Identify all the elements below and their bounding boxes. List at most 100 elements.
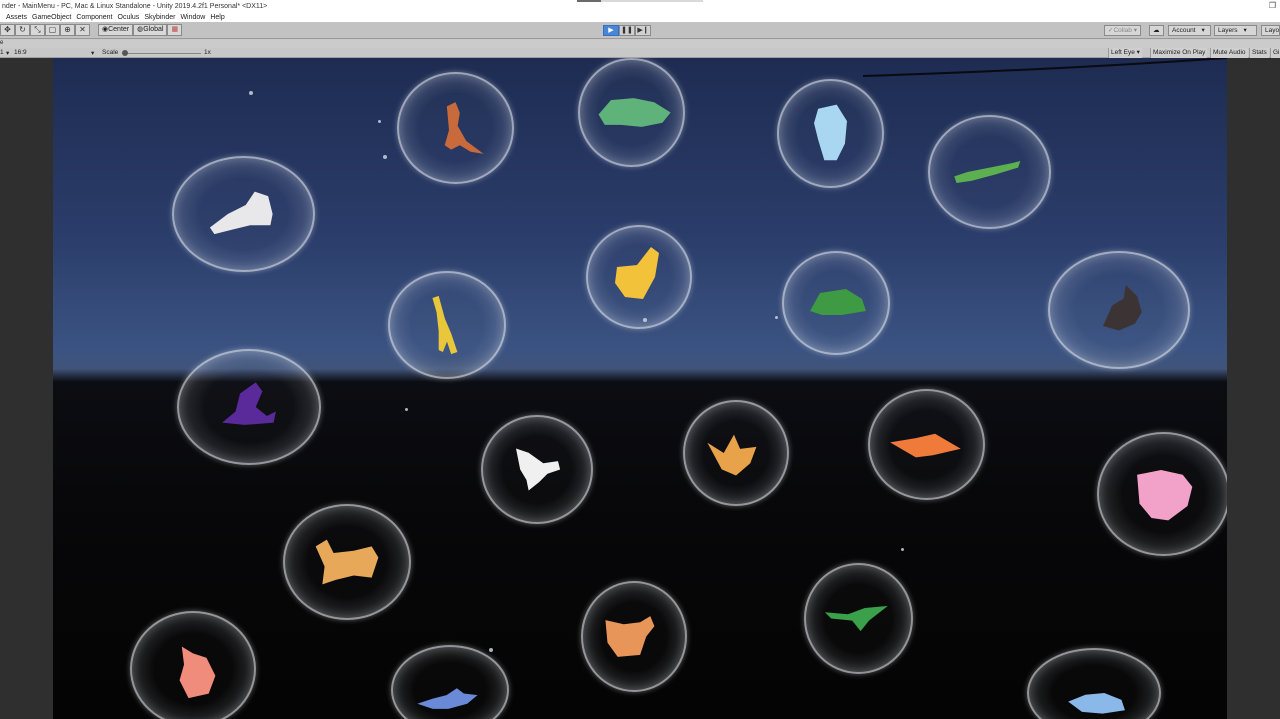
account-label: Account [1172, 27, 1196, 34]
duck-icon [605, 616, 655, 657]
particle [249, 91, 253, 95]
main-toolbar: ✥ ↻ ⤡ ▢ ⊕ ✕ ◉Center ◍Global ▦ ▶ ❚❚ ▶❙ ✓C… [0, 22, 1280, 39]
particle [775, 316, 778, 319]
scale-slider-track[interactable] [125, 53, 201, 54]
window-title: nder - MainMenu - PC, Mac & Linux Standa… [2, 2, 268, 10]
pivot-global-button[interactable]: ◍Global [133, 24, 168, 36]
menu-skybinder[interactable]: Skybinder [144, 14, 175, 21]
controller-ray [862, 58, 1227, 77]
frog-icon [810, 289, 866, 315]
scale-tool-icon[interactable]: ⤡ [30, 24, 45, 36]
kangaroo-icon [444, 102, 484, 154]
transform-tools: ✥ ↻ ⤡ ▢ ⊕ ✕ [0, 24, 90, 36]
turtle-icon [598, 98, 671, 127]
particle [383, 155, 387, 159]
chevron-down-icon: ▾ [6, 50, 10, 57]
rotate-tool-icon[interactable]: ↻ [15, 24, 30, 36]
step-icon[interactable]: ▶❙ [635, 25, 651, 36]
menu-gameobject[interactable]: GameObject [32, 14, 71, 21]
layers-dropdown[interactable]: Layers ▾ [1214, 25, 1257, 36]
squirrel-icon [1103, 284, 1142, 331]
layout-dropdown[interactable]: Layo [1261, 25, 1280, 36]
dog-icon [315, 539, 379, 585]
bubble-bird[interactable] [804, 563, 913, 674]
bubble-squirrel[interactable] [1048, 251, 1190, 369]
mute-audio-toggle[interactable]: Mute Audio [1210, 48, 1248, 58]
grid-snap-icon[interactable]: ▦ [167, 24, 183, 36]
pivot-center-label: Center [108, 26, 130, 33]
bubble-pig[interactable] [1097, 432, 1227, 556]
game-view-tabbar: e [0, 40, 1280, 48]
bubble-penguin[interactable] [777, 79, 884, 188]
giraffe-icon [432, 295, 458, 355]
bubble-frog[interactable] [782, 251, 890, 355]
eye-dropdown[interactable]: Left Eye ▾ [1108, 48, 1142, 58]
scale-label: Scale [102, 49, 119, 56]
bubble-ray[interactable] [868, 389, 985, 500]
pivot-controls: ◉Center ◍Global ▦ [98, 24, 183, 36]
display-dropdown[interactable]: 1 [0, 49, 4, 56]
bubble-kangaroo[interactable] [397, 72, 514, 184]
game-viewport[interactable] [53, 58, 1227, 719]
transform-tool-icon[interactable]: ⊕ [60, 24, 75, 36]
pig-icon [1137, 470, 1193, 521]
aspect-dropdown[interactable]: 16:9 [14, 49, 27, 56]
chevron-down-icon: ▾ [1243, 27, 1247, 34]
cloud-icon[interactable]: ☁ [1149, 25, 1164, 36]
whale-icon [1068, 693, 1125, 714]
restore-window-icon[interactable]: ❐ [1269, 1, 1276, 10]
scale-value: 1x [204, 49, 211, 56]
bubble-witch-hat[interactable] [177, 349, 321, 465]
bear-icon [179, 646, 216, 699]
insect-icon [516, 448, 561, 491]
rect-tool-icon[interactable]: ▢ [45, 24, 60, 36]
bubble-turtle[interactable] [578, 58, 685, 167]
particle [378, 120, 381, 123]
gizmos-toggle[interactable]: Gi [1270, 48, 1280, 58]
crocodile-icon [954, 161, 1021, 183]
eye-label: Left Eye [1111, 49, 1135, 56]
menu-assets[interactable]: Assets [6, 14, 27, 21]
chevron-down-icon: ▾ [91, 50, 95, 57]
fox-icon [707, 434, 757, 476]
menu-component[interactable]: Component [76, 14, 112, 21]
bubble-dog[interactable] [283, 504, 411, 620]
maximize-on-play-toggle[interactable]: Maximize On Play [1150, 48, 1208, 58]
layout-label: Layo [1265, 27, 1280, 34]
bubble-shark[interactable] [391, 645, 509, 719]
witch-hat-icon [222, 382, 276, 425]
ray-icon [890, 433, 961, 458]
penguin-icon [814, 104, 847, 161]
stats-toggle[interactable]: Stats [1249, 48, 1269, 58]
play-icon[interactable]: ▶ [603, 25, 619, 36]
collab-dropdown[interactable]: ✓Collab ▾ [1104, 25, 1141, 36]
viewport-letterbox-left [0, 58, 53, 719]
bubble-fox[interactable] [683, 400, 789, 506]
menu-bar: Assets GameObject Component Oculus Skybi… [0, 12, 1280, 22]
bubble-giraffe[interactable] [388, 271, 506, 379]
menu-oculus[interactable]: Oculus [118, 14, 140, 21]
hand-tool-icon[interactable]: ✥ [0, 24, 15, 36]
pivot-global-label: Global [143, 26, 164, 33]
bubble-duck[interactable] [581, 581, 687, 692]
playback-controls: ▶ ❚❚ ▶❙ [603, 25, 651, 36]
bubble-lion[interactable] [172, 156, 315, 272]
scale-slider-handle[interactable] [122, 50, 128, 56]
game-tab[interactable]: e [0, 40, 3, 46]
bird-icon [824, 605, 888, 632]
pivot-center-button[interactable]: ◉Center [98, 24, 134, 36]
menu-window[interactable]: Window [180, 14, 205, 21]
layers-label: Layers [1218, 27, 1238, 34]
pause-icon[interactable]: ❚❚ [619, 25, 635, 36]
account-dropdown[interactable]: Account ▾ [1168, 25, 1211, 36]
bubble-chick[interactable] [586, 225, 692, 329]
bubble-crocodile[interactable] [928, 115, 1051, 229]
bubble-insect[interactable] [481, 415, 593, 524]
bubble-bear[interactable] [130, 611, 256, 719]
particle [405, 408, 408, 411]
bubble-whale[interactable] [1027, 648, 1161, 719]
custom-tool-icon[interactable]: ✕ [75, 24, 90, 36]
game-view-controls: 1 ▾ 16:9 ▾ Scale 1x Left Eye ▾ Maximize … [0, 48, 1280, 58]
chick-icon [615, 247, 659, 299]
menu-help[interactable]: Help [210, 14, 224, 21]
